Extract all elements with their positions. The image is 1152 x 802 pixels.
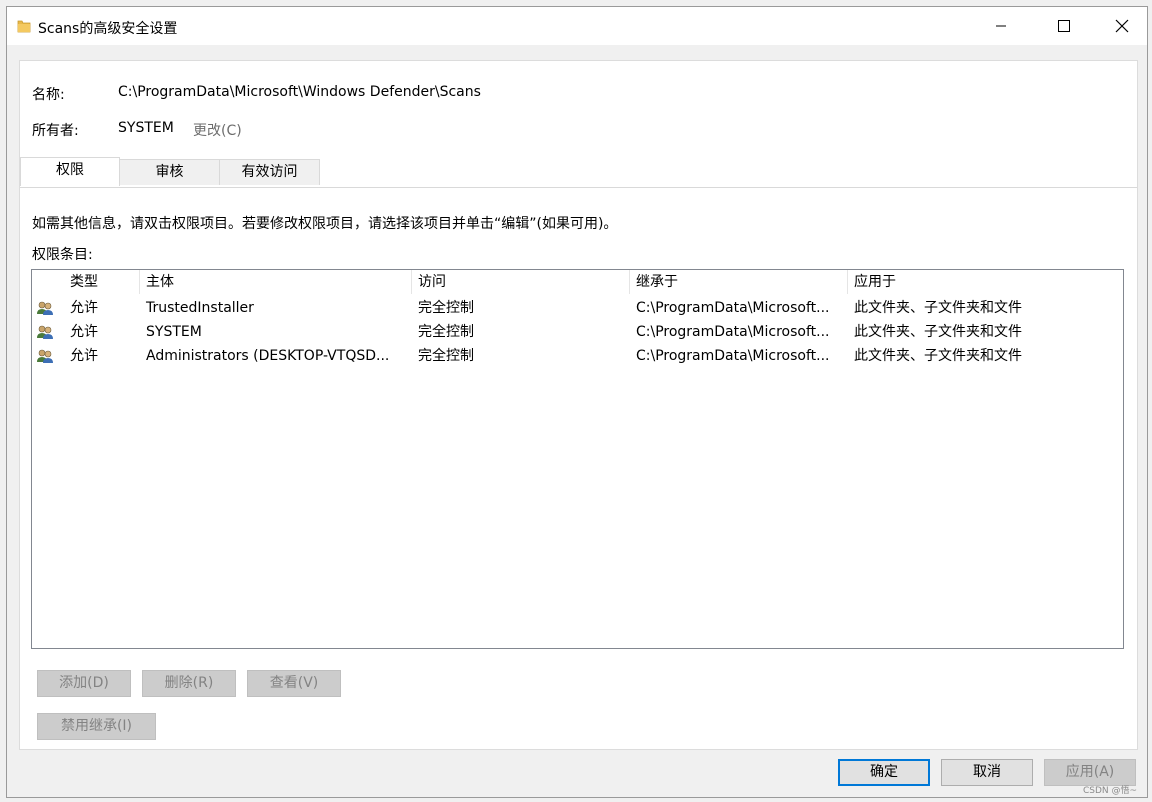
row-applies-to: 此文件夹、子文件夹和文件 (854, 300, 1022, 316)
column-header-principal[interactable]: 主体 (140, 270, 412, 294)
name-label: 名称: (32, 87, 65, 103)
row-inherited-from: C:\ProgramData\Microsoft... (636, 348, 830, 364)
security-settings-window: Scans的高级安全设置 名称: C:\ProgramData\Microsof… (6, 6, 1148, 798)
row-principal: SYSTEM (146, 324, 202, 340)
table-row[interactable]: 允许 Administrators (DESKTOP-VTQSD... 完全控制… (32, 344, 1123, 368)
name-value: C:\ProgramData\Microsoft\Windows Defende… (118, 84, 481, 100)
remove-button[interactable]: 删除(R) (142, 670, 236, 697)
column-header-inherited-from[interactable]: 继承于 (630, 270, 848, 294)
row-type: 允许 (70, 300, 98, 316)
view-button[interactable]: 查看(V) (247, 670, 341, 697)
maximize-button[interactable] (1035, 7, 1093, 45)
column-header-type[interactable]: 类型 (64, 270, 140, 294)
folder-icon (17, 20, 31, 33)
row-access: 完全控制 (418, 348, 474, 364)
column-header-applies-to[interactable]: 应用于 (848, 270, 1048, 294)
close-button[interactable] (1093, 7, 1151, 45)
owner-value: SYSTEM (118, 120, 174, 136)
row-access: 完全控制 (418, 324, 474, 340)
row-inherited-from: C:\ProgramData\Microsoft... (636, 300, 830, 316)
change-owner-link[interactable]: 更改(C) (193, 120, 242, 140)
row-type: 允许 (70, 348, 98, 364)
settings-panel: 名称: C:\ProgramData\Microsoft\Windows Def… (19, 60, 1138, 750)
row-applies-to: 此文件夹、子文件夹和文件 (854, 348, 1022, 364)
column-header-access[interactable]: 访问 (412, 270, 630, 294)
owner-label: 所有者: (32, 123, 79, 139)
row-principal: TrustedInstaller (146, 300, 254, 316)
cancel-button[interactable]: 取消 (941, 759, 1033, 786)
permission-entries-list[interactable]: 类型 主体 访问 继承于 应用于 允许 TrustedInstaller 完全控… (31, 269, 1124, 649)
window-title: Scans的高级安全设置 (38, 21, 178, 37)
tab-divider (20, 187, 1137, 188)
row-inherited-from: C:\ProgramData\Microsoft... (636, 324, 830, 340)
row-type: 允许 (70, 324, 98, 340)
title-bar[interactable]: Scans的高级安全设置 (7, 7, 1147, 45)
minimize-icon (996, 25, 1006, 27)
hint-text: 如需其他信息，请双击权限项目。若要修改权限项目，请选择该项目并单击“编辑”(如果… (32, 216, 618, 232)
tab-effective-access[interactable]: 有效访问 (219, 159, 320, 185)
add-button[interactable]: 添加(D) (37, 670, 131, 697)
tab-permissions[interactable]: 权限 (20, 157, 120, 186)
minimize-button[interactable] (972, 7, 1030, 45)
users-icon (37, 349, 53, 363)
ok-button[interactable]: 确定 (838, 759, 930, 786)
entries-label: 权限条目: (32, 247, 93, 263)
table-row[interactable]: 允许 TrustedInstaller 完全控制 C:\ProgramData\… (32, 296, 1123, 320)
tab-strip: 权限 审核 有效访问 (20, 157, 1137, 187)
close-icon (1115, 19, 1129, 33)
apply-button[interactable]: 应用(A) (1044, 759, 1136, 786)
row-applies-to: 此文件夹、子文件夹和文件 (854, 324, 1022, 340)
users-icon (37, 325, 53, 339)
row-principal: Administrators (DESKTOP-VTQSD... (146, 348, 390, 364)
tab-auditing[interactable]: 审核 (119, 159, 220, 185)
watermark: CSDN @悟~ (1083, 786, 1138, 796)
maximize-icon (1058, 20, 1070, 32)
disable-inheritance-button[interactable]: 禁用继承(I) (37, 713, 156, 740)
table-row[interactable]: 允许 SYSTEM 完全控制 C:\ProgramData\Microsoft.… (32, 320, 1123, 344)
row-access: 完全控制 (418, 300, 474, 316)
users-icon (37, 301, 53, 315)
